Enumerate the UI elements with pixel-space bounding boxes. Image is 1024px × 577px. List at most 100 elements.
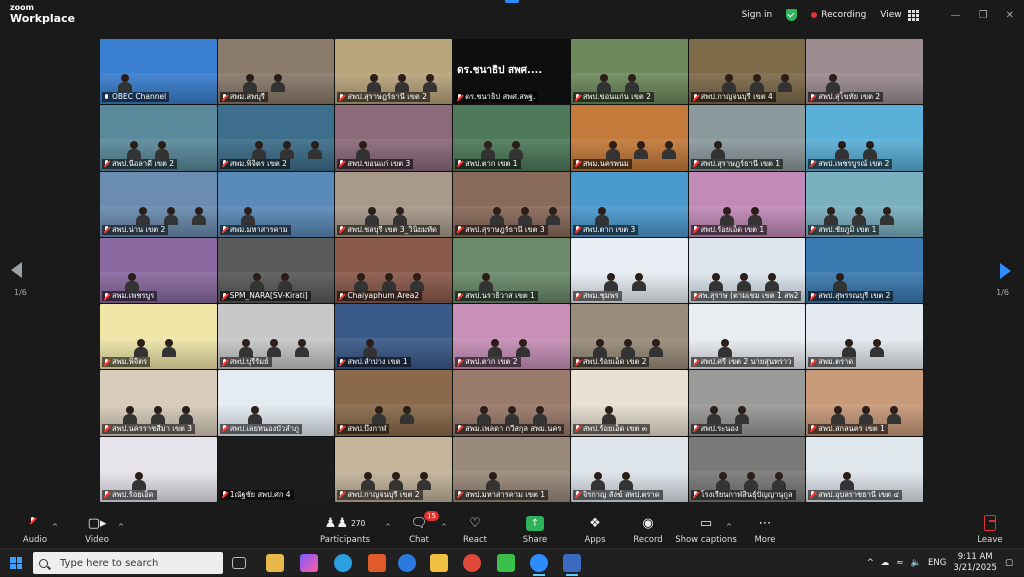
view-button[interactable]: View <box>880 9 919 21</box>
participant-video-tile[interactable]: สพป.ลำปาง เขต 1 <box>335 304 453 370</box>
windows-start-icon[interactable] <box>10 557 22 569</box>
participant-video-tile[interactable]: สพม.ตราด <box>806 304 923 370</box>
participant-video-tile[interactable]: สพ.สุราษ (ตามเขม เขต 1 สพ2 <box>688 237 806 304</box>
chrome2-taskbar-icon[interactable] <box>463 554 481 572</box>
participant-name: สพป.น่าน เขต 2 <box>112 224 166 234</box>
participant-video-tile[interactable]: สพป.ร้อยเอ็ด เขต ๓ <box>570 370 688 436</box>
participants-button[interactable]: ♟♟ 270 Participants <box>310 514 380 546</box>
participant-video-tile[interactable]: สพม.เพลดา กวีสกุล สพม.นคร <box>453 370 570 436</box>
participant-video-tile[interactable]: สพป.เลยหนองบัวลำภู <box>217 370 335 436</box>
participant-video-tile[interactable]: สพป.ศรี เขต 2 นายสุนทราว <box>688 304 806 370</box>
participant-figure <box>736 273 751 292</box>
participant-video-tile[interactable]: สพป.สุราษฎร์ธานี เขต 1 <box>688 105 806 171</box>
language-indicator[interactable]: ENG <box>928 558 946 568</box>
participant-video-tile[interactable]: สพป.ร้อยเอ็ด <box>100 436 217 502</box>
line-taskbar-icon[interactable] <box>497 554 515 572</box>
more-button[interactable]: ⋯ More <box>730 514 800 546</box>
participant-figure <box>859 405 874 424</box>
participant-video-tile[interactable]: สพม.ชุมพร <box>570 237 688 304</box>
participant-name: สพป.นครราชสีมา เขต 3 <box>112 423 193 433</box>
participant-video-tile[interactable]: สพป.เพชรบูรณ์ เขต 2 <box>806 105 923 171</box>
participant-name-label: สพป.ชัยภูมิ เขต 1 <box>808 224 880 235</box>
next-page-arrow-icon[interactable] <box>1000 263 1011 279</box>
participant-video-tile[interactable]: สพป.นีอลาดี เขต 2 <box>100 105 217 171</box>
participant-video-tile[interactable]: สพม.เพชรบูร <box>100 237 217 304</box>
participant-video-tile[interactable]: สพป.ตาก เขต 3 <box>570 171 688 237</box>
copilot-taskbar-icon[interactable] <box>300 554 318 572</box>
participant-video-tile[interactable]: สพป.สุราษฎร์ธานี เขต 3 <box>453 171 570 237</box>
participant-video-tile[interactable]: สพป.กาญจนบุรี เขต 4 <box>688 39 806 105</box>
encryption-shield-icon[interactable] <box>786 9 798 21</box>
participant-name: สพม.เพลดา กวีสกุล สพม.นคร <box>465 423 562 433</box>
participant-video-tile[interactable]: 1ณัฐชัย สพป.ศก 4 <box>217 436 335 502</box>
audio-button[interactable]: Audio <box>0 514 70 545</box>
minimize-icon[interactable]: — <box>951 10 961 21</box>
participant-video-tile[interactable]: OBEC Channel <box>100 39 217 105</box>
muted-microphone-icon <box>693 93 699 101</box>
participant-name: สพม.ตราด <box>818 357 854 367</box>
participant-video-tile[interactable]: สพป.มหาสารคาม เขต 1 <box>453 436 570 502</box>
participant-video-tile[interactable]: สพป.ชลบุรี เขต 3_วินิยมทัด <box>335 171 453 237</box>
wifi-icon[interactable]: ≈ <box>896 558 903 568</box>
search-icon <box>39 558 48 568</box>
participant-video-tile[interactable]: สพป.ระนอง <box>688 370 806 436</box>
taskbar-search-box[interactable]: Type here to search <box>33 552 223 574</box>
tray-chevron-icon[interactable]: ^ <box>867 558 874 568</box>
zoom-taskbar-icon[interactable] <box>530 554 548 576</box>
volume-icon[interactable]: 🔈 <box>910 558 921 568</box>
participant-video-tile[interactable]: สพม.พิจิตร เขต 2 <box>217 105 335 171</box>
participant-video-tile[interactable]: สพม.นครพนม <box>570 105 688 171</box>
participant-video-tile[interactable]: SPM_NARA[SV-Kirati] <box>217 237 335 304</box>
chrome-taskbar-icon[interactable] <box>334 554 352 572</box>
notifications-icon[interactable]: ▢ <box>1005 558 1013 568</box>
recording-indicator[interactable]: Recording <box>811 10 866 20</box>
edge-taskbar-icon[interactable] <box>398 554 416 572</box>
participant-video-tile[interactable]: ดร.ชนาธิป สพศ.... ดร.ชนาธิป สพศ.สพฐ. <box>453 39 570 105</box>
view-label: View <box>880 10 902 20</box>
muted-microphone-icon <box>457 160 463 167</box>
audio-options-caret-icon[interactable]: ^ <box>52 523 58 531</box>
participant-video-tile[interactable]: สพป.อุบลราชธานี เขต ๔ <box>806 436 923 502</box>
participant-figure <box>518 206 533 225</box>
participant-video-tile[interactable]: สพป.น่าน เขต 2 <box>100 171 217 237</box>
participant-video-tile[interactable]: สพม.มหาสารคาม <box>217 171 335 237</box>
app-taskbar-icon[interactable] <box>368 554 386 572</box>
participant-video-tile[interactable]: สพป.กาญจนบุรี เขต 2 <box>335 436 453 502</box>
participant-video-tile[interactable]: สพป.ร้อยเอ็ด เขต 2 <box>570 304 688 370</box>
participant-video-tile[interactable]: สพป.สุพรรณบุรี เขต 2 <box>806 237 923 304</box>
participant-video-tile[interactable]: สพป.ขอนแก่น เขต 2 <box>570 39 688 105</box>
folder-taskbar-icon[interactable] <box>430 554 448 572</box>
participant-video-tile[interactable]: สพป.สุราษฎร์ธานี เขต 2 <box>335 39 453 105</box>
participant-video-tile[interactable]: สพป.นครราชสีมา เขต 3 <box>100 370 217 436</box>
participant-video-tile[interactable]: สพป.ขอนแก่ เขต 3 <box>335 105 453 171</box>
participant-video-tile[interactable]: สพป.สกลนคร เขต 1 <box>806 370 923 436</box>
taskbar-clock[interactable]: 9:11 AM 3/21/2025 <box>953 552 997 574</box>
muted-microphone-icon <box>575 160 581 167</box>
participant-video-tile[interactable]: Chaiyaphum Area2 <box>335 237 453 304</box>
participant-video-tile[interactable]: สพป.ตาก เขต 2 <box>453 304 570 370</box>
participant-video-tile[interactable]: สพป.ตาก เขต 1 <box>453 105 570 171</box>
task-view-icon[interactable] <box>232 557 246 569</box>
participant-video-tile[interactable]: โรงเรียนกาฬสินธุ์ปัญญานุกูล <box>688 436 806 502</box>
leave-button[interactable]: Leave <box>955 514 1024 545</box>
restore-icon[interactable]: ❐ <box>979 10 988 21</box>
participant-name: สพม.พิจิตร เขต 2 <box>229 158 287 168</box>
file-explorer-taskbar-icon[interactable] <box>266 554 284 572</box>
muted-microphone-icon <box>222 491 228 498</box>
app2-taskbar-icon[interactable] <box>563 554 581 576</box>
participant-video-tile[interactable]: สพป.บึงกาฬ <box>335 370 453 436</box>
close-icon[interactable]: ✕ <box>1006 10 1014 21</box>
participant-name: สพป.ชัยภูมิ เขต 1 <box>818 224 877 234</box>
onedrive-icon[interactable]: ☁ <box>881 558 890 568</box>
participant-video-tile[interactable]: สพป.บุรีรัมย์ <box>217 304 335 370</box>
participant-video-tile[interactable]: สพป.ร้อยเอ็ด เขต 1 <box>688 171 806 237</box>
participant-video-tile[interactable]: สพม.สพบุรี <box>217 39 335 105</box>
sign-in-link[interactable]: Sign in <box>742 10 773 20</box>
participant-video-tile[interactable]: สพป.นราธิวาส เขต 1 <box>453 237 570 304</box>
participant-video-tile[interactable]: สพม.พิจิตร <box>100 304 217 370</box>
previous-page-arrow-icon[interactable] <box>11 262 22 278</box>
video-options-caret-icon[interactable]: ^ <box>118 523 124 531</box>
participant-video-tile[interactable]: สพป.สุโขทัย เขต 2 <box>806 39 923 105</box>
participant-video-tile[interactable]: จิรกาญ สังฆ์ สพป.ตราด <box>570 436 688 502</box>
participant-video-tile[interactable]: สพป.ชัยภูมิ เขต 1 <box>806 171 923 237</box>
